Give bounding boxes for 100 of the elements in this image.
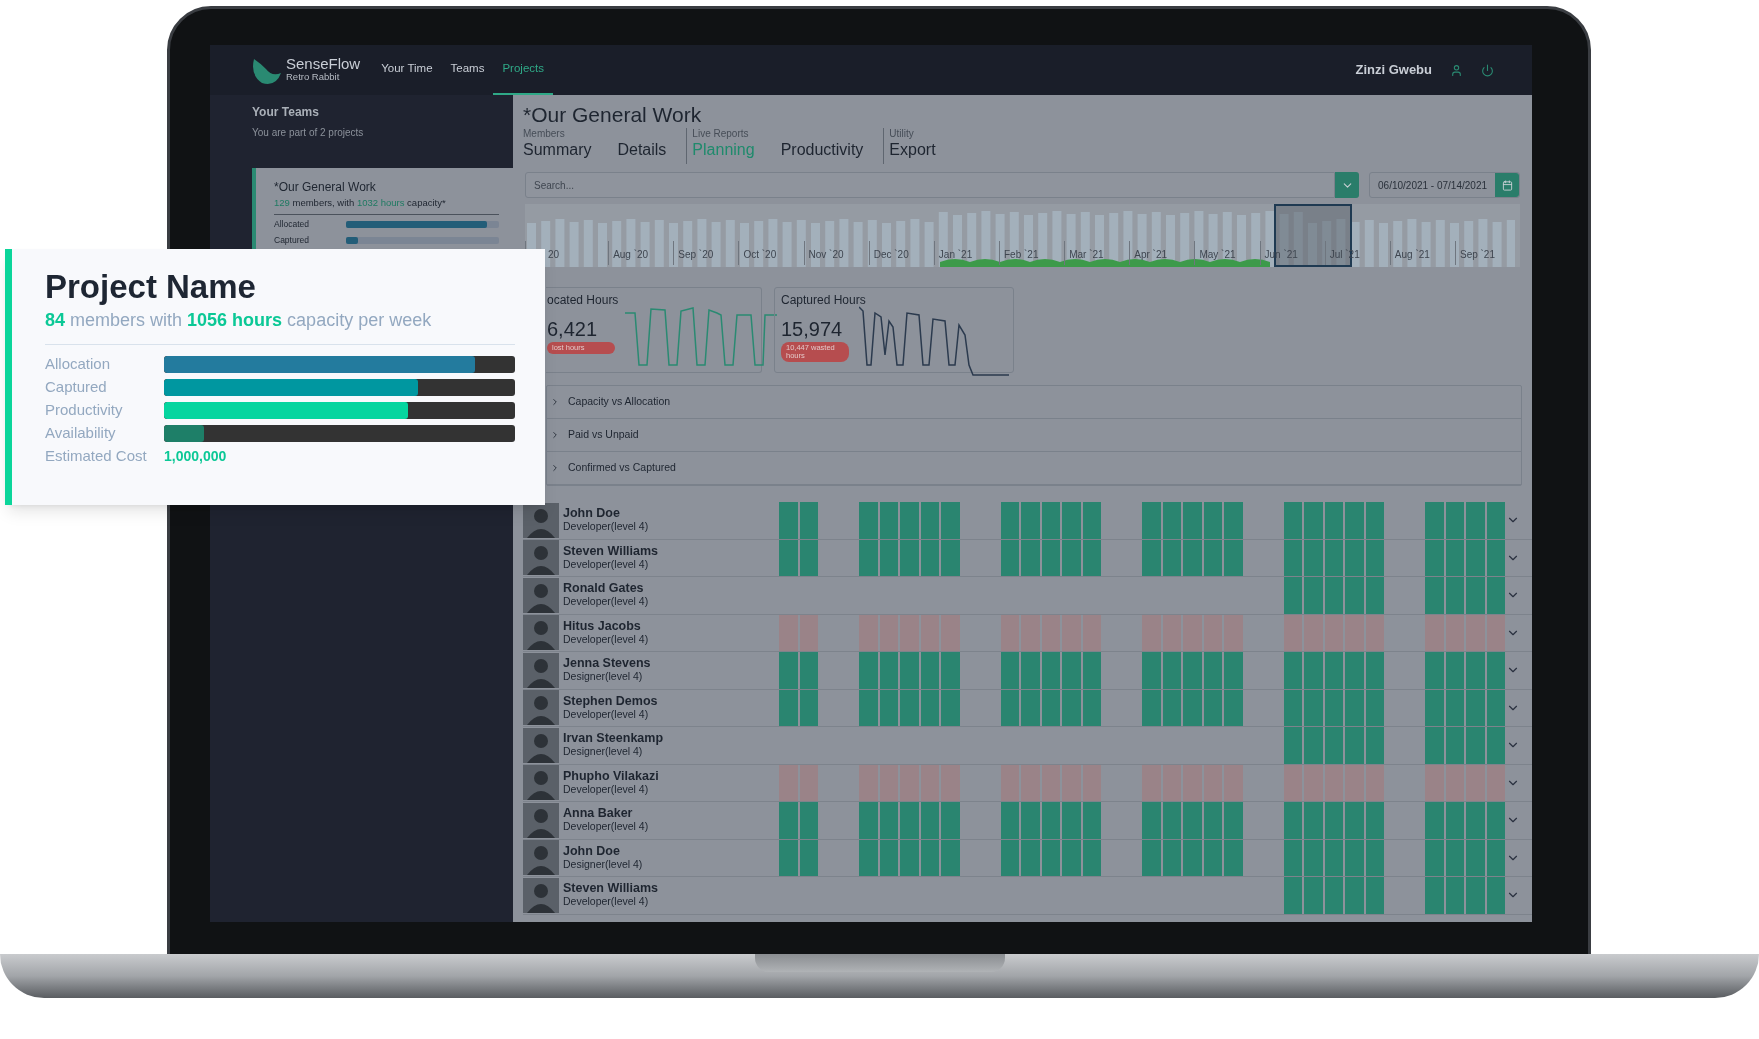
summary-part: 1056 hours: [187, 310, 283, 330]
avatar: [523, 577, 559, 613]
member-name: Hitus Jacobs: [563, 619, 642, 633]
month-label: Apr `21: [1134, 249, 1168, 260]
sidebar-subtitle: You are part of 2 projects: [252, 126, 365, 140]
member-name: John Doe: [563, 844, 621, 858]
summary-part: 84: [45, 310, 66, 330]
user-name: Zinzi Gwebu: [1355, 61, 1432, 80]
power-icon[interactable]: [1481, 63, 1494, 77]
member-name: Jenna Stevens: [563, 657, 651, 671]
avatar: [523, 727, 559, 763]
member-role: Developer(level 4): [563, 820, 649, 834]
member-role: Designer(level 4): [563, 670, 644, 684]
team-card[interactable]: *Our General Work 129 members, with 1032 hours capacity* Allocated Captured: [252, 168, 513, 252]
cost-value: 1,000,000: [164, 446, 227, 466]
collapsible-section[interactable]: Confirmed vs Captured: [547, 452, 1521, 485]
avatar: [523, 502, 559, 538]
collapsible-section[interactable]: Paid vs Unpaid: [547, 419, 1521, 452]
member-role: Developer(level 4): [563, 782, 650, 796]
summary-part: members, with: [291, 197, 356, 208]
member-role: Designer(level 4): [563, 857, 643, 871]
chevron-right-icon: [550, 463, 560, 473]
metric-label: Productivity: [45, 399, 124, 420]
date-range-field[interactable]: 06/10/2021 - 07/14/2021: [1369, 172, 1520, 198]
allocation-block: [779, 614, 818, 651]
brand-name: SenseFlow: [286, 57, 361, 70]
member-name: John Doe: [563, 507, 621, 521]
summary-part: 129: [274, 197, 290, 208]
allocation-block: [779, 802, 818, 839]
member-name: Steven Williams: [563, 544, 659, 558]
nav-tab[interactable]: Teams: [441, 45, 494, 95]
chevron-right-icon: [550, 430, 560, 440]
month-label: Jan `21: [938, 249, 973, 260]
member-role: Developer(level 4): [563, 520, 649, 534]
allocation-block: [779, 764, 818, 801]
tab[interactable]: Details: [617, 140, 667, 160]
allocation-block: [779, 689, 818, 726]
search-field[interactable]: Search...: [525, 172, 1335, 198]
avatar: [523, 652, 559, 688]
member-role: Developer(level 4): [563, 632, 649, 646]
user-icon[interactable]: [1450, 63, 1463, 77]
member-name: Phupho Vilakazi: [563, 769, 659, 783]
avatar: [523, 540, 559, 576]
avatar: [523, 840, 559, 876]
bar-label: Allocated: [274, 218, 310, 231]
summary-part: capacity per week: [286, 310, 432, 330]
month-label: May `21: [1199, 249, 1236, 260]
month-label: Sep `21: [1459, 249, 1495, 260]
member-role: Developer(level 4): [563, 595, 649, 609]
member-role: Developer(level 4): [563, 707, 650, 721]
team-name: *Our General Work: [274, 179, 377, 196]
member-name: Ronald Gates: [563, 582, 645, 596]
stat-title: ocated Hours: [547, 292, 620, 309]
avatar: [523, 877, 559, 913]
allocation-block: [779, 839, 818, 876]
month-label: Mar `21: [1069, 249, 1104, 260]
summary-part: 1032 hours: [356, 197, 405, 208]
metric-label: Availability: [45, 422, 117, 443]
nav-tab[interactable]: Your Time: [372, 45, 442, 95]
month-label: Sep `20: [678, 249, 714, 260]
month-label: Feb `21: [1004, 249, 1039, 260]
month-label: Nov `20: [808, 249, 844, 260]
sidebar-title: Your Teams: [252, 104, 320, 121]
metric-label: Allocation: [45, 353, 112, 374]
member-role: Designer(level 4): [563, 745, 644, 759]
member-role: Developer(level 4): [563, 895, 650, 909]
tab-group-caption: Members: [523, 128, 566, 140]
stat-value: 15,974: [781, 317, 844, 341]
month-label: Aug `21: [1394, 249, 1430, 260]
stat-title: Captured Hours: [781, 292, 867, 309]
avatar: [523, 802, 559, 838]
tab-group-caption: Utility: [889, 128, 915, 140]
metric-label: Estimated Cost: [45, 445, 148, 466]
month-label: Oct `20: [743, 249, 777, 260]
month-label: 20: [548, 249, 560, 260]
avatar: [523, 690, 559, 726]
project-title: Project Name: [45, 267, 257, 307]
month-label: Dec `20: [873, 249, 909, 260]
tab[interactable]: Productivity: [780, 140, 864, 160]
allocation-block: [779, 652, 818, 689]
collapsible-section[interactable]: Capacity vs Allocation: [547, 386, 1521, 419]
allocation-block: [779, 502, 818, 539]
member-name: Stephen Demos: [563, 694, 658, 708]
calendar-icon[interactable]: [1501, 179, 1513, 191]
stat-value: 6,421: [547, 317, 599, 341]
page-title: *Our General Work: [523, 102, 703, 128]
member-role: Developer(level 4): [563, 557, 650, 571]
summary-part: members with: [69, 310, 184, 330]
bar-label: Captured: [274, 234, 310, 247]
summary-part: capacity*: [406, 197, 446, 208]
member-name: Anna Baker: [563, 807, 634, 821]
month-label: Aug `20: [613, 249, 649, 260]
member-name: Steven Williams: [563, 882, 659, 896]
brand-subtitle: Retro Rabbit: [286, 70, 341, 83]
allocation-block: [779, 539, 818, 576]
tab[interactable]: Summary: [523, 140, 592, 160]
chevron-right-icon: [550, 397, 560, 407]
member-name: Irvan Steenkamp: [563, 732, 664, 746]
metric-label: Captured: [45, 376, 108, 397]
tab[interactable]: Export: [889, 140, 936, 160]
